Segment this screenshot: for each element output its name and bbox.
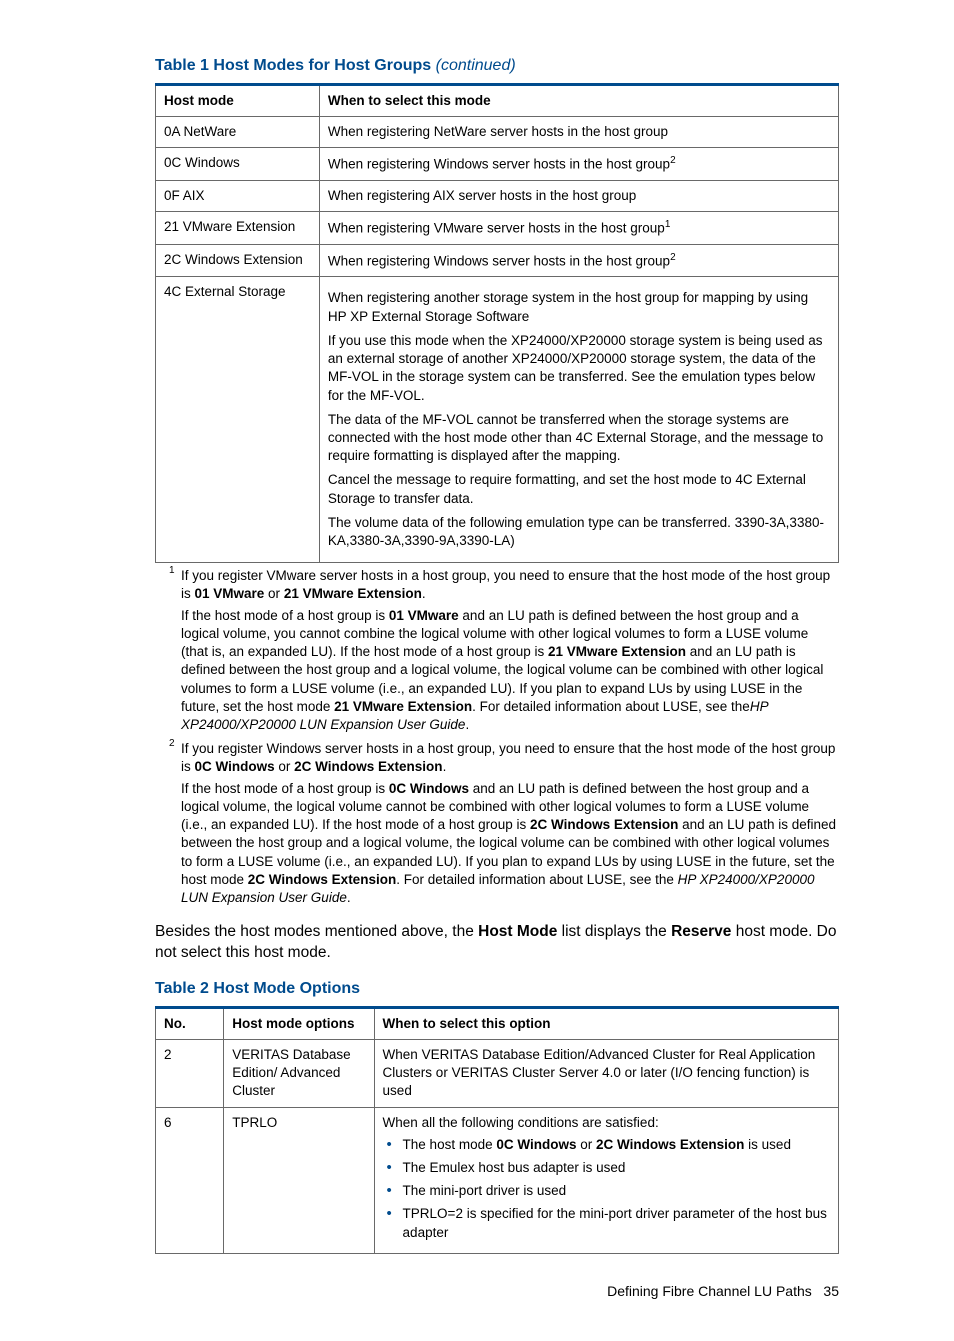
- cell-host-mode: 2C Windows Extension: [156, 244, 320, 277]
- footnote-2: 2 If you register Windows server hosts i…: [169, 740, 839, 910]
- table-row: 6 TPRLO When all the following condition…: [156, 1107, 839, 1253]
- list-item: The mini-port driver is used: [387, 1182, 830, 1200]
- table-row: 0F AIX When registering AIX server hosts…: [156, 180, 839, 211]
- cell-option: VERITAS Database Edition/ Advanced Clust…: [224, 1039, 374, 1107]
- host-mode-options-table: No. Host mode options When to select thi…: [155, 1006, 839, 1254]
- col-when-select: When to select this mode: [319, 84, 838, 116]
- cell-host-mode: 4C External Storage: [156, 277, 320, 563]
- table-row: 4C External Storage When registering ano…: [156, 277, 839, 563]
- body-paragraph: Besides the host modes mentioned above, …: [155, 922, 839, 964]
- cell-no: 2: [156, 1039, 224, 1107]
- cell-when: When VERITAS Database Edition/Advanced C…: [374, 1039, 838, 1107]
- table-2-title: Table 2 Host Mode Options: [155, 978, 839, 1000]
- footnote-ref: 2: [670, 252, 676, 263]
- cell-when: When registering Windows server hosts in…: [319, 244, 838, 277]
- table-1-continued: (continued): [436, 57, 516, 74]
- table-1-title: Table 1 Host Modes for Host Groups (cont…: [155, 55, 839, 77]
- conditions-list: The host mode 0C Windows or 2C Windows E…: [383, 1136, 830, 1242]
- cell-host-mode: 0F AIX: [156, 180, 320, 211]
- table-row: 2C Windows Extension When registering Wi…: [156, 244, 839, 277]
- col-options: Host mode options: [224, 1007, 374, 1039]
- col-host-mode: Host mode: [156, 84, 320, 116]
- cell-when: When all the following conditions are sa…: [374, 1107, 838, 1253]
- cell-when: When registering Windows server hosts in…: [319, 148, 838, 181]
- cell-when: When registering AIX server hosts in the…: [319, 180, 838, 211]
- table-row: 0A NetWare When registering NetWare serv…: [156, 116, 839, 147]
- list-item: The Emulex host bus adapter is used: [387, 1159, 830, 1177]
- list-item: The host mode 0C Windows or 2C Windows E…: [387, 1136, 830, 1154]
- table-row: 2 VERITAS Database Edition/ Advanced Clu…: [156, 1039, 839, 1107]
- page-footer: Defining Fibre Channel LU Paths 35: [155, 1282, 839, 1301]
- page-number: 35: [823, 1283, 839, 1299]
- cell-no: 6: [156, 1107, 224, 1253]
- footnotes: 1 If you register VMware server hosts in…: [169, 567, 839, 910]
- table-1-title-text: Table 1 Host Modes for Host Groups: [155, 57, 436, 74]
- footnote-ref: 2: [670, 155, 676, 166]
- table-row: 0C Windows When registering Windows serv…: [156, 148, 839, 181]
- table-row: 21 VMware Extension When registering VMw…: [156, 211, 839, 244]
- col-no: No.: [156, 1007, 224, 1039]
- cell-option: TPRLO: [224, 1107, 374, 1253]
- table-header-row: No. Host mode options When to select thi…: [156, 1007, 839, 1039]
- col-when-option: When to select this option: [374, 1007, 838, 1039]
- table-header-row: Host mode When to select this mode: [156, 84, 839, 116]
- cell-when: When registering NetWare server hosts in…: [319, 116, 838, 147]
- cell-host-mode: 0C Windows: [156, 148, 320, 181]
- footnote-ref: 1: [665, 219, 671, 230]
- host-modes-table: Host mode When to select this mode 0A Ne…: [155, 83, 839, 564]
- cell-when: When registering VMware server hosts in …: [319, 211, 838, 244]
- footnote-1: 1 If you register VMware server hosts in…: [169, 567, 839, 737]
- cell-host-mode: 0A NetWare: [156, 116, 320, 147]
- cell-when: When registering another storage system …: [319, 277, 838, 563]
- list-item: TPRLO=2 is specified for the mini-port d…: [387, 1205, 830, 1241]
- cell-host-mode: 21 VMware Extension: [156, 211, 320, 244]
- footer-section: Defining Fibre Channel LU Paths: [607, 1283, 812, 1299]
